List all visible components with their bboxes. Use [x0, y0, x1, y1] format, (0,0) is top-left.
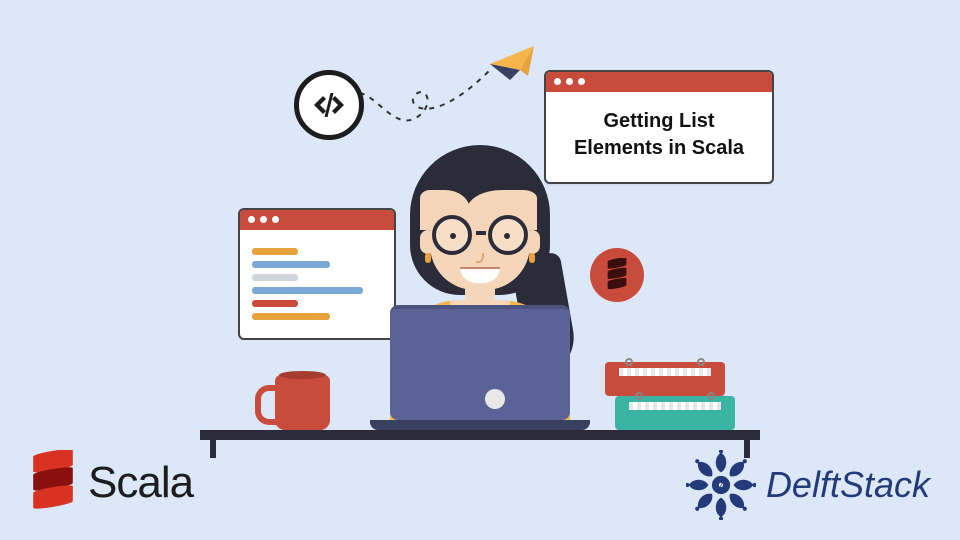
- svg-text:</>: </>: [712, 481, 730, 492]
- binder-red: [605, 362, 725, 396]
- delftstack-logo-text: DelftStack: [766, 464, 930, 506]
- laptop: [370, 305, 590, 435]
- binder-teal: [615, 396, 735, 430]
- paper-plane-icon: [490, 44, 540, 84]
- desk: [200, 430, 760, 440]
- coffee-mug: [275, 375, 330, 430]
- scala-logo-coin: [590, 248, 644, 302]
- delftstack-logo: </> DelftStack: [686, 450, 930, 520]
- scala-logo: Scala: [30, 450, 193, 516]
- code-icon: [294, 70, 364, 140]
- title-line-1: Getting List: [564, 108, 754, 135]
- illustration-scene: Getting List Elements in Scala: [0, 0, 960, 540]
- scala-stairs-icon: [30, 450, 76, 516]
- window-titlebar: [546, 72, 772, 92]
- code-window-titlebar: [240, 210, 394, 230]
- title-line-2: Elements in Scala: [564, 135, 754, 162]
- delftstack-emblem-icon: </>: [686, 450, 756, 520]
- scala-logo-text: Scala: [88, 458, 193, 508]
